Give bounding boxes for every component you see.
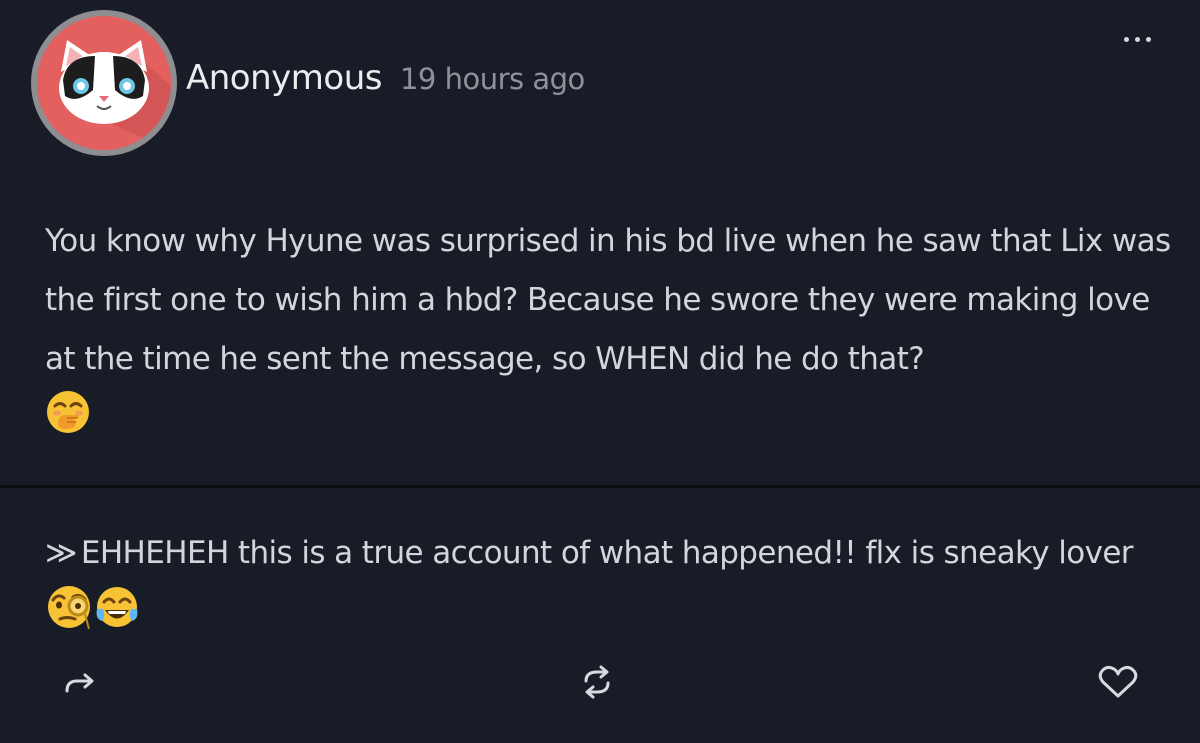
like-button[interactable] [1098, 662, 1138, 702]
repost-icon [584, 665, 610, 699]
cat-avatar-icon [37, 16, 171, 150]
share-button[interactable] [60, 662, 100, 702]
post-body: You know why Hyune was surprised in his … [45, 212, 1185, 455]
heart-icon [1098, 665, 1138, 698]
author-name[interactable]: Anonymous [186, 58, 382, 98]
tears-of-joy-emoji [93, 583, 141, 651]
more-dots-icon [1123, 36, 1129, 42]
more-dots-icon [1134, 36, 1140, 42]
post-timestamp: 19 hours ago [399, 62, 585, 96]
share-arrow-icon [65, 673, 94, 693]
monocle-face-emoji [45, 583, 93, 651]
post-header: Anonymous 19 hours ago [186, 58, 585, 98]
answer-body: ≫ EHHEHEH this is a true account of what … [45, 524, 1145, 651]
hand-over-mouth-emoji [45, 389, 91, 455]
post-card: Anonymous 19 hours ago You know why Hyun… [0, 0, 1200, 743]
answer-marker: ≫ [45, 535, 77, 571]
avatar[interactable] [31, 10, 177, 156]
more-dots-icon [1145, 36, 1151, 42]
divider [0, 485, 1200, 488]
more-options-button[interactable] [1112, 22, 1162, 56]
repost-button[interactable] [577, 662, 617, 702]
post-body-text: You know why Hyune was surprised in his … [45, 223, 1171, 377]
answer-text: EHHEHEH this is a true account of what h… [80, 535, 1134, 571]
